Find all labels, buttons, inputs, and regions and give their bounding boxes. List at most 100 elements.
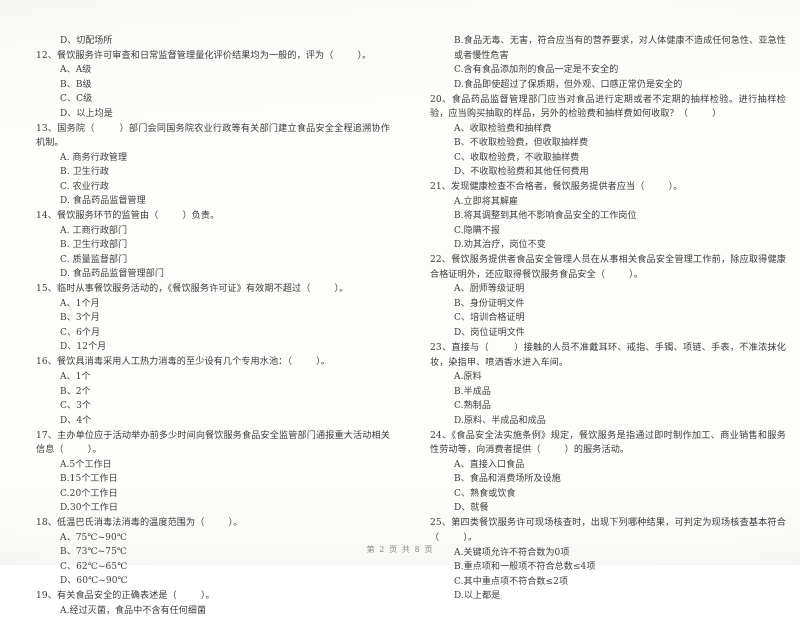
question-block: 25、第四类餐饮服务许可现场核查时，出现下列哪种结果，可判定为现场核查基本符合（… (416, 516, 786, 603)
option-item[interactable]: B、3个月 (22, 311, 390, 326)
left-column: D、切配场所 12、餐饮服务许可审查和日常监督管理量化评价结果均为一般的，评为（… (0, 0, 400, 616)
option-item[interactable]: A.立即将其解雇 (416, 195, 786, 210)
option-item[interactable]: D、4个 (22, 414, 390, 429)
question-block: 24、《食品安全法实施条例》规定，餐饮服务是指通过即时制作加工、商业销售和服务性… (416, 429, 786, 516)
footer-total-pages: 8 (414, 545, 421, 554)
option-item[interactable]: D.劝其治疗，岗位不变 (416, 238, 786, 253)
option-item[interactable]: D、不收取检验费和其他任何费用 (416, 165, 786, 180)
option-item[interactable]: B. 卫生行政部门 (22, 238, 390, 253)
option-item[interactable]: D、12个月 (22, 340, 390, 355)
option-item[interactable]: A、1个 (22, 370, 390, 385)
question-stem: 16、餐饮具消毒采用人工热力消毒的至少设有几个专用水池：（ ）。 (36, 357, 330, 368)
orphan-option-line: D、切配场所 (60, 36, 113, 46)
option-item[interactable]: C、培训合格证明 (416, 311, 786, 326)
footer-of-label: 页 共 (389, 545, 411, 554)
option-item[interactable]: A.5个工作日 (22, 458, 390, 473)
question-stem: 25、第四类餐饮服务许可现场核查时，出现下列哪种结果，可判定为现场核查基本符合（… (430, 518, 786, 543)
option-item[interactable]: B、食品和消费场所及设施 (416, 472, 786, 487)
option-item[interactable]: A、1个月 (22, 297, 390, 312)
option-item[interactable]: A.经过灭菌，食品中不含有任何细菌 (22, 604, 390, 618)
option-list: A. 商务行政管理 B. 卫生行政 C. 农业行政 D. 食品药品监督管理 (22, 151, 390, 209)
option-list: A、75℃~90℃ B、73℃~75℃ C、62℃~65℃ D、60℃~90℃ (22, 531, 390, 589)
question-stem: 15、临时从事餐饮服务活动的，《餐饮服务许可证》有效期不超过（ ）。 (36, 284, 349, 295)
option-item[interactable]: C.含有食品添加剂的食品一定是不安全的 (416, 63, 786, 78)
option-item[interactable]: B.半成品 (416, 385, 786, 400)
option-item[interactable]: C、C级 (22, 92, 390, 107)
option-list: A、厨师等级证明 B、身份证明文件 C、培训合格证明 D、岗位证明文件 (416, 282, 786, 340)
question-block: 20、食品药品监督管理部门应当对食品进行定期或者不定期的抽样检验。进行抽样检验，… (416, 93, 786, 180)
question-block: 14、餐饮服务环节的监管由（ ）负责。 A. 工商行政部门 B. 卫生行政部门 … (22, 209, 390, 282)
option-item[interactable]: C. 农业行政 (22, 180, 390, 195)
option-list: B.食品无毒、无害，符合应当有的营养要求，对人体健康不造成任何急性、亚急性或者慢… (416, 34, 786, 92)
option-item[interactable]: B. 卫生行政 (22, 165, 390, 180)
option-item[interactable]: C.隐瞒不报 (416, 224, 786, 239)
option-item[interactable]: C、3个 (22, 399, 390, 414)
question-stem: 23、直接与（ ）接触的人员不准戴耳环、戒指、手镯、项链、手表，不准浓抹化妆，染… (430, 342, 786, 368)
question-stem: 18、低温巴氏消毒法消毒的温度范围为（ ）。 (36, 518, 243, 529)
option-list: A. 工商行政部门 B. 卫生行政部门 C. 质量监督部门 D. 食品药品监督管… (22, 224, 390, 282)
option-item[interactable]: A.原料 (416, 370, 786, 385)
option-item[interactable]: D、岗位证明文件 (416, 326, 786, 341)
question-block: 15、临时从事餐饮服务活动的，《餐饮服务许可证》有效期不超过（ ）。 A、1个月… (22, 282, 390, 355)
option-item[interactable]: A、收取检验费和抽样费 (416, 122, 786, 137)
option-item[interactable]: D、就餐 (416, 501, 786, 516)
question-stem: 22、餐饮服务提供者食品安全管理人员在从事相关食品安全管理工作前，除应取得健康合… (430, 255, 786, 280)
question-stem: 12、餐饮服务许可审查和日常监督管理量化评价结果均为一般的，评为（ ）。 (36, 50, 372, 61)
option-list: A.原料 B.半成品 C.熟制品 D.原料、半成品和成品 (416, 370, 786, 428)
option-item[interactable]: D.30个工作日 (22, 501, 390, 516)
option-item[interactable]: B.食品无毒、无害，符合应当有的营养要求，对人体健康不造成任何急性、亚急性或者慢… (416, 34, 786, 63)
question-stem: 24、《食品安全法实施条例》规定，餐饮服务是指通过即时制作加工、商业销售和服务性… (430, 430, 786, 456)
option-item[interactable]: D. 食品药品监督管理部门 (22, 267, 390, 282)
question-block: 19、有关食品安全的正确表述是（ ）。 A.经过灭菌，食品中不含有任何细菌 (22, 589, 390, 618)
option-item[interactable]: C.其中重点项不符合数≤2项 (416, 575, 786, 590)
option-item[interactable]: A、直接入口食品 (416, 458, 786, 473)
right-column: B.食品无毒、无害，符合应当有的营养要求，对人体健康不造成任何急性、亚急性或者慢… (400, 0, 800, 601)
option-item[interactable]: B、不收取检验费，但收取抽样费 (416, 136, 786, 151)
option-item[interactable]: D.以上都是 (416, 589, 786, 604)
option-list: A.立即将其解雇 B.将其调整到其他不影响食品安全的工作岗位 C.隐瞒不报 D.… (416, 195, 786, 253)
question-stem: 17、主办单位应于活动举办前多少时间向餐饮服务食品安全监管部门通报重大活动相关信… (36, 430, 390, 456)
option-list: A、1个 B、2个 C、3个 D、4个 (22, 370, 390, 428)
option-item[interactable]: B、B级 (22, 78, 390, 93)
option-item[interactable]: D、60℃~90℃ (22, 574, 390, 589)
option-item[interactable]: D. 食品药品监督管理 (22, 194, 390, 209)
footer-page-label: 第 (366, 545, 376, 554)
option-item[interactable]: B.重点项和一般项不符合总数≤4项 (416, 560, 786, 575)
option-item[interactable]: D.原料、半成品和成品 (416, 414, 786, 429)
option-item[interactable]: C.20个工作日 (22, 487, 390, 502)
option-item[interactable]: B.15个工作日 (22, 472, 390, 487)
option-item[interactable]: B、身份证明文件 (416, 297, 786, 312)
option-list: A.经过灭菌，食品中不含有任何细菌 (22, 604, 390, 618)
option-item[interactable]: C.熟制品 (416, 399, 786, 414)
option-list: A、直接入口食品 B、食品和消费场所及设施 C、熟食或饮食 D、就餐 (416, 458, 786, 516)
option-list: A、A级 B、B级 C、C级 D、以上均是 (22, 63, 390, 121)
page-footer: 第 2 页 共 8 页 (0, 544, 800, 555)
option-item[interactable]: A、厨师等级证明 (416, 282, 786, 297)
option-item[interactable]: A. 工商行政部门 (22, 224, 390, 239)
footer-unit-label: 页 (424, 545, 434, 554)
question-stem: 19、有关食品安全的正确表述是（ ）。 (36, 591, 215, 602)
option-item[interactable]: A、A级 (22, 63, 390, 78)
question-block: 12、餐饮服务许可审查和日常监督管理量化评价结果均为一般的，评为（ ）。 A、A… (22, 49, 390, 122)
option-item[interactable]: B、2个 (22, 385, 390, 400)
option-item[interactable]: C、62℃~65℃ (22, 560, 390, 575)
question-block-continued: B.食品无毒、无害，符合应当有的营养要求，对人体健康不造成任何急性、亚急性或者慢… (416, 34, 786, 92)
question-block: 13、国务院（ ）部门会同国务院农业行政等有关部门建立食品安全全程追溯协作机制。… (22, 122, 390, 209)
option-item[interactable]: B.将其调整到其他不影响食品安全的工作岗位 (416, 209, 786, 224)
question-block: 16、餐饮具消毒采用人工热力消毒的至少设有几个专用水池：（ ）。 A、1个 B、… (22, 355, 390, 428)
question-stem: 20、食品药品监督管理部门应当对食品进行定期或者不定期的抽样检验。进行抽样检验，… (430, 94, 786, 120)
question-block: 21、发现健康检查不合格者，餐饮服务提供者应当（ ）。 A.立即将其解雇 B.将… (416, 180, 786, 253)
option-item[interactable]: D.食品即使超过了保质期，但外观、口感正常仍是安全的 (416, 78, 786, 93)
footer-page-number: 2 (379, 545, 386, 554)
option-item[interactable]: A. 商务行政管理 (22, 151, 390, 166)
scanned-exam-page: D、切配场所 12、餐饮服务许可审查和日常监督管理量化评价结果均为一般的，评为（… (0, 0, 800, 616)
option-item[interactable]: C、熟食或饮食 (416, 487, 786, 502)
option-list: A.5个工作日 B.15个工作日 C.20个工作日 D.30个工作日 (22, 458, 390, 516)
option-item[interactable]: C. 质量监督部门 (22, 253, 390, 268)
option-item[interactable]: D、以上均是 (22, 107, 390, 122)
option-item[interactable]: C、6个月 (22, 326, 390, 341)
question-stem: 13、国务院（ ）部门会同国务院农业行政等有关部门建立食品安全全程追溯协作机制。 (36, 123, 390, 149)
two-column-body: D、切配场所 12、餐饮服务许可审查和日常监督管理量化评价结果均为一般的，评为（… (0, 0, 800, 616)
option-item[interactable]: C、收取检验费，不收取抽样费 (416, 151, 786, 166)
option-list: A、1个月 B、3个月 C、6个月 D、12个月 (22, 297, 390, 355)
